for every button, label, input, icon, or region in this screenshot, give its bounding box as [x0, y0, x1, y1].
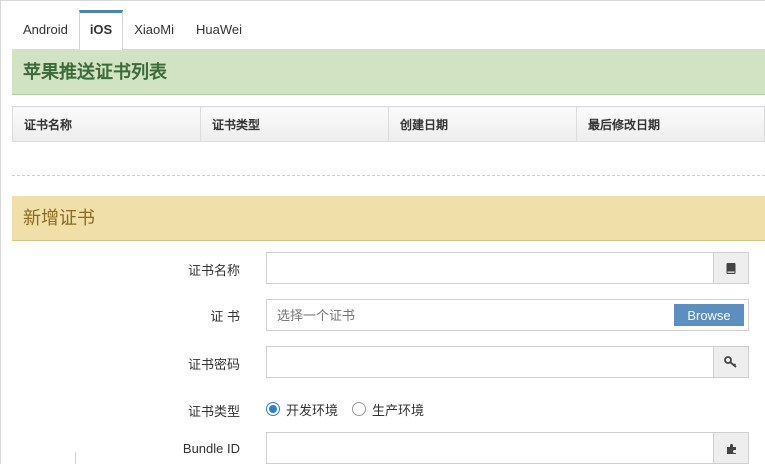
radio-dev-env-label[interactable]: 开发环境	[286, 400, 338, 419]
tab-android[interactable]: Android	[12, 10, 79, 49]
browse-button[interactable]: Browse	[674, 304, 744, 326]
cert-password-label: 证书密码	[187, 357, 240, 372]
column-created-date[interactable]: 创建日期	[388, 106, 577, 142]
tab-xiaomi[interactable]: XiaoMi	[123, 10, 185, 49]
cert-table: 证书名称 证书类型 创建日期 最后修改日期	[12, 106, 765, 142]
puzzle-icon	[713, 433, 748, 463]
tab-ios[interactable]: iOS	[78, 10, 124, 50]
radio-dev-env[interactable]	[266, 402, 280, 416]
section-divider	[12, 175, 765, 176]
bundle-id-input[interactable]	[267, 433, 713, 463]
cert-name-label: 证书名称	[187, 263, 240, 278]
cert-type-options: 开发环境 生产环境	[266, 399, 438, 419]
cert-file-group: Browse	[266, 299, 749, 331]
cert-file-label: 证 书	[210, 309, 240, 324]
platform-tabs: Android iOS XiaoMi HuaWei	[12, 10, 253, 50]
column-cert-type[interactable]: 证书类型	[200, 106, 389, 142]
radio-prod-env-label[interactable]: 生产环境	[372, 400, 424, 419]
key-icon	[713, 347, 748, 377]
new-cert-header: 新增证书	[12, 196, 765, 241]
cert-type-label: 证书类型	[187, 404, 240, 419]
cert-password-group	[266, 346, 749, 378]
column-modified-date[interactable]: 最后修改日期	[576, 106, 765, 142]
divider-line	[75, 452, 76, 464]
book-icon	[713, 253, 748, 283]
cert-name-group	[266, 252, 749, 284]
bundle-id-label: Bundle ID	[182, 441, 240, 456]
column-cert-name[interactable]: 证书名称	[12, 106, 201, 142]
tab-huawei[interactable]: HuaWei	[185, 10, 253, 49]
cert-password-input[interactable]	[267, 347, 713, 377]
bundle-id-group	[266, 432, 749, 464]
cert-name-input[interactable]	[267, 253, 713, 283]
radio-prod-env[interactable]	[352, 402, 367, 416]
cert-list-header: 苹果推送证书列表	[12, 49, 765, 95]
table-header-row: 证书名称 证书类型 创建日期 最后修改日期	[12, 106, 765, 142]
